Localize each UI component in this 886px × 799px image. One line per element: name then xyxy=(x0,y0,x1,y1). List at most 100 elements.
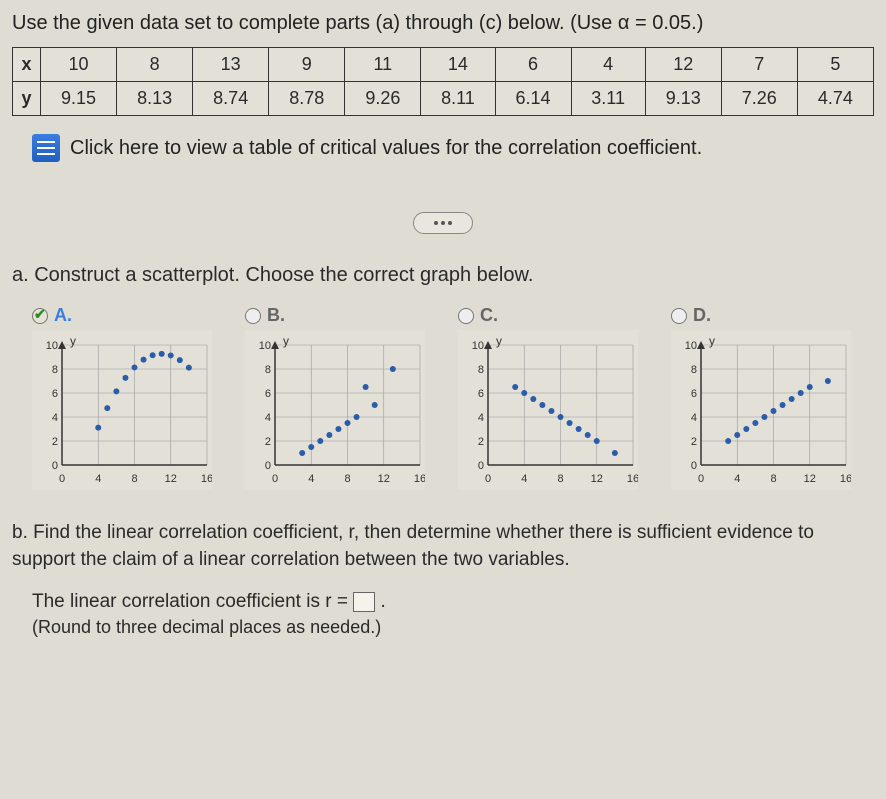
cell: 4.74 xyxy=(797,82,873,116)
cell: 8.78 xyxy=(269,82,345,116)
option-letter: A. xyxy=(54,305,72,326)
svg-text:0: 0 xyxy=(478,460,484,472)
svg-text:4: 4 xyxy=(691,412,697,424)
option-letter: B. xyxy=(267,305,285,326)
svg-text:0: 0 xyxy=(59,473,65,485)
cell: 7.26 xyxy=(721,82,797,116)
cell: 11 xyxy=(345,48,421,82)
svg-text:4: 4 xyxy=(734,473,740,485)
cell: 8 xyxy=(117,48,193,82)
svg-text:y: y xyxy=(496,334,502,348)
answer-row: The linear correlation coefficient is r … xyxy=(32,591,874,613)
round-note: (Round to three decimal places as needed… xyxy=(32,617,874,638)
svg-text:2: 2 xyxy=(478,436,484,448)
svg-text:16: 16 xyxy=(201,473,212,485)
cell: 14 xyxy=(421,48,495,82)
svg-text:10: 10 xyxy=(685,340,697,352)
svg-text:6: 6 xyxy=(478,388,484,400)
svg-text:2: 2 xyxy=(691,436,697,448)
svg-text:8: 8 xyxy=(344,473,350,485)
svg-text:y: y xyxy=(70,334,76,348)
answer-prefix: The linear correlation coefficient is r … xyxy=(32,591,353,612)
svg-text:12: 12 xyxy=(378,473,390,485)
svg-text:6: 6 xyxy=(691,388,697,400)
cell: 12 xyxy=(645,48,721,82)
radio-d[interactable] xyxy=(671,308,687,324)
option-d[interactable]: D. 04812160246810y xyxy=(671,305,874,490)
svg-text:8: 8 xyxy=(770,473,776,485)
row-x-label: x xyxy=(13,48,41,82)
cell: 5 xyxy=(797,48,873,82)
svg-text:0: 0 xyxy=(265,460,271,472)
chart-b: 0 4 8 12 16 0 2 4 6 8 10 y xyxy=(245,330,425,490)
svg-text:2: 2 xyxy=(265,436,271,448)
radio-a[interactable] xyxy=(32,308,48,324)
svg-text:8: 8 xyxy=(691,364,697,376)
option-c[interactable]: C. 0 4 8 12 16 0 2 4 6 8 10 y xyxy=(458,305,661,490)
r-input[interactable] xyxy=(353,592,375,612)
more-button[interactable] xyxy=(413,212,473,234)
part-b-text: b. Find the linear correlation coefficie… xyxy=(12,520,874,573)
cell: 8.74 xyxy=(193,82,269,116)
radio-c[interactable] xyxy=(458,308,474,324)
svg-text:y: y xyxy=(283,334,289,348)
cell: 9.13 xyxy=(645,82,721,116)
cell: 10 xyxy=(41,48,117,82)
chart-c: 0 4 8 12 16 0 2 4 6 8 10 y xyxy=(458,330,638,490)
svg-text:y: y xyxy=(709,334,715,348)
chart-a: 04812160246810y xyxy=(32,330,212,490)
document-icon xyxy=(32,134,60,162)
svg-text:4: 4 xyxy=(478,412,484,424)
cell: 7 xyxy=(721,48,797,82)
svg-text:6: 6 xyxy=(265,388,271,400)
svg-text:8: 8 xyxy=(478,364,484,376)
question-heading: Use the given data set to complete parts… xyxy=(12,12,874,35)
chart-d: 04812160246810y xyxy=(671,330,851,490)
radio-b[interactable] xyxy=(245,308,261,324)
options-row: A. 0 4 8 12 16 0 2 4 6 8 10 y B. 0 4 8 12 16 0 2 4 6 8 10 y C.… xyxy=(12,305,874,490)
svg-text:0: 0 xyxy=(698,473,704,485)
svg-text:16: 16 xyxy=(414,473,425,485)
table-row-y: y 9.15 8.13 8.74 8.78 9.26 8.11 6.14 3.1… xyxy=(13,82,874,116)
svg-text:0: 0 xyxy=(691,460,697,472)
svg-text:10: 10 xyxy=(259,340,271,352)
row-y-label: y xyxy=(13,82,41,116)
cell: 3.11 xyxy=(571,82,645,116)
cell: 9.15 xyxy=(41,82,117,116)
cell: 9.26 xyxy=(345,82,421,116)
svg-text:16: 16 xyxy=(627,473,638,485)
option-letter: D. xyxy=(693,305,711,326)
svg-text:10: 10 xyxy=(46,340,58,352)
cell: 13 xyxy=(193,48,269,82)
part-a-text: a. Construct a scatterplot. Choose the c… xyxy=(12,264,874,287)
data-table: x 10 8 13 9 11 14 6 4 12 7 5 y 9.15 8.13… xyxy=(12,47,874,116)
svg-text:4: 4 xyxy=(265,412,271,424)
svg-text:4: 4 xyxy=(521,473,527,485)
cell: 8.13 xyxy=(117,82,193,116)
svg-text:4: 4 xyxy=(52,412,58,424)
svg-text:8: 8 xyxy=(131,473,137,485)
svg-text:0: 0 xyxy=(52,460,58,472)
option-a[interactable]: A. 04812160246810y xyxy=(32,305,235,490)
svg-text:10: 10 xyxy=(472,340,484,352)
svg-text:4: 4 xyxy=(95,473,101,485)
option-letter: C. xyxy=(480,305,498,326)
answer-suffix: . xyxy=(381,591,386,612)
svg-text:12: 12 xyxy=(591,473,603,485)
cell: 9 xyxy=(269,48,345,82)
cell: 6 xyxy=(495,48,571,82)
svg-text:6: 6 xyxy=(52,388,58,400)
svg-text:4: 4 xyxy=(308,473,314,485)
cell: 8.11 xyxy=(421,82,495,116)
critical-values-link[interactable]: Click here to view a table of critical v… xyxy=(32,134,874,162)
svg-text:12: 12 xyxy=(804,473,816,485)
cell: 6.14 xyxy=(495,82,571,116)
option-b[interactable]: B. 0 4 8 12 16 0 2 4 6 8 10 y xyxy=(245,305,448,490)
svg-text:8: 8 xyxy=(265,364,271,376)
link-text: Click here to view a table of critical v… xyxy=(70,137,702,160)
svg-text:0: 0 xyxy=(485,473,491,485)
table-row-x: x 10 8 13 9 11 14 6 4 12 7 5 xyxy=(13,48,874,82)
svg-text:0: 0 xyxy=(272,473,278,485)
svg-text:8: 8 xyxy=(557,473,563,485)
svg-text:2: 2 xyxy=(52,436,58,448)
